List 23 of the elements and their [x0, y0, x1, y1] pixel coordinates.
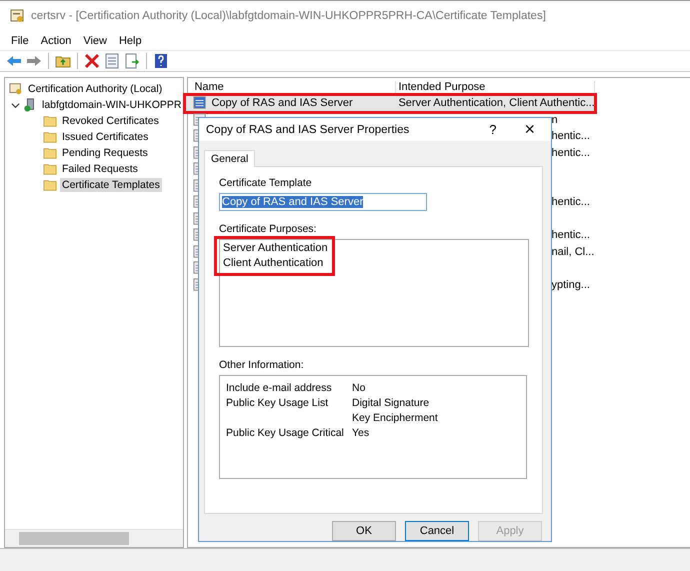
field-label: Certificate Template: [219, 177, 312, 189]
info-value: Digital Signature: [352, 396, 430, 411]
table-cell: nail, Cl...: [551, 246, 594, 258]
table-cell: n: [551, 114, 558, 126]
dialog-title: Copy of RAS and IAS Server Properties: [206, 124, 410, 136]
table-cell: Server Authentication, Client Authentic...: [398, 97, 595, 110]
table-cell-text: Copy of RAS and IAS Server: [210, 97, 354, 110]
window-title: certsrv - [Certification Authority (Local)\labfgtdomain-WIN-UHKOPPR5PRH-CA\Certificate Templates]: [31, 10, 546, 22]
info-key: Include e-mail address: [226, 381, 352, 396]
table-cell: ypting...: [551, 278, 590, 291]
list-item: Client Authentication: [223, 256, 324, 271]
info-value: Key Encipherment: [352, 411, 438, 426]
list-item: Server Authentication: [223, 241, 328, 256]
table-cell: hentic...: [551, 146, 590, 159]
table-cell: hentic...: [551, 130, 590, 142]
info-key: Public Key Usage List: [226, 396, 352, 426]
table-cell: hentic...: [551, 196, 590, 208]
info-value: No: [352, 381, 366, 396]
table-cell: hentic...: [551, 229, 590, 242]
info-value: Yes: [352, 426, 370, 441]
info-key: Public Key Usage Critical: [226, 426, 352, 441]
field-label: Certificate Purposes:: [219, 223, 316, 235]
field-label: Other Information:: [219, 359, 304, 371]
